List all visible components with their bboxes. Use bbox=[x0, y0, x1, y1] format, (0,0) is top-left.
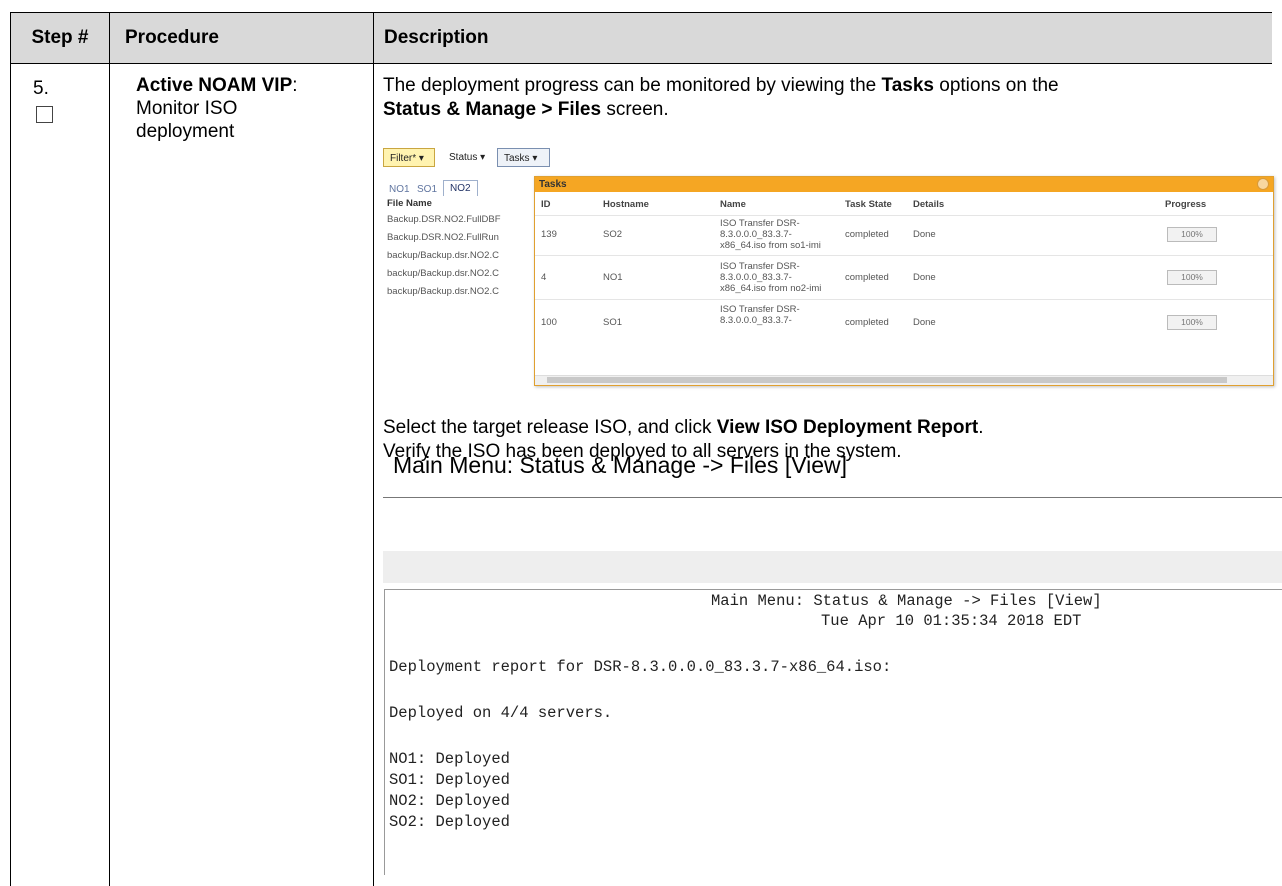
header-procedure-label: Procedure bbox=[125, 27, 219, 48]
step-column bbox=[10, 64, 110, 886]
task-name-line: x86_64.iso from no2-imi bbox=[720, 283, 822, 294]
header-step-label: Step # bbox=[31, 27, 89, 48]
task-name-line: 8.3.0.0.0_83.3.7- bbox=[720, 315, 792, 326]
report-server-line: SO2: Deployed bbox=[389, 813, 510, 831]
tasks-screenshot: Filter* ▾ Status ▾ Tasks ▾ NO1 SO1 NO2 F… bbox=[383, 148, 1282, 402]
task-name-line: ISO Transfer DSR- bbox=[720, 261, 800, 272]
select-text-2: . bbox=[978, 417, 984, 438]
task-id: 100 bbox=[541, 317, 557, 328]
task-name-line: ISO Transfer DSR- bbox=[720, 218, 800, 229]
header-procedure: Procedure bbox=[109, 12, 374, 64]
task-name-line: 8.3.0.0.0_83.3.7- bbox=[720, 229, 792, 240]
filter-button[interactable]: Filter* ▾ bbox=[383, 148, 435, 167]
status-button[interactable]: Status ▾ bbox=[443, 148, 493, 167]
tasks-button[interactable]: Tasks ▾ bbox=[497, 148, 550, 167]
col-task-state: Task State bbox=[845, 199, 892, 210]
file-row-3[interactable]: backup/Backup.dsr.NO2.C bbox=[387, 250, 499, 261]
tasks-popup: Tasks ID Hostname Name Task State Detail… bbox=[534, 176, 1274, 386]
horizontal-scrollbar[interactable] bbox=[535, 375, 1273, 385]
task-hostname: SO2 bbox=[603, 229, 623, 240]
task-details: Done bbox=[913, 229, 936, 240]
task-state: completed bbox=[845, 229, 889, 240]
header-step: Step # bbox=[10, 12, 110, 64]
row-divider bbox=[535, 255, 1273, 256]
tasks-popup-title: Tasks bbox=[535, 177, 1273, 192]
file-row-4[interactable]: backup/Backup.dsr.NO2.C bbox=[387, 268, 499, 279]
title-divider bbox=[383, 497, 1282, 498]
file-row-1[interactable]: Backup.DSR.NO2.FullDBF bbox=[387, 214, 501, 225]
step-checkbox[interactable] bbox=[36, 106, 53, 123]
close-icon[interactable] bbox=[1257, 178, 1269, 190]
report-deployed-count: Deployed on 4/4 servers. bbox=[389, 704, 613, 722]
report-header-title: Main Menu: Status & Manage -> Files [Vie… bbox=[711, 592, 1102, 610]
task-state: completed bbox=[845, 317, 889, 328]
row-divider bbox=[535, 299, 1273, 300]
col-details: Details bbox=[913, 199, 945, 210]
task-name-line: 8.3.0.0.0_83.3.7- bbox=[720, 272, 792, 283]
scrollbar-thumb[interactable] bbox=[547, 377, 1227, 383]
col-progress: Progress bbox=[1165, 199, 1207, 210]
header-description-label: Description bbox=[384, 27, 489, 48]
task-progress: 100% bbox=[1167, 270, 1217, 285]
col-hostname: Hostname bbox=[603, 199, 649, 210]
task-state: completed bbox=[845, 272, 889, 283]
tab-no1[interactable]: NO1 bbox=[389, 184, 410, 195]
intro-text-2: options on the bbox=[933, 75, 1059, 96]
report-server-line: SO1: Deployed bbox=[389, 771, 510, 789]
intro-text-3: screen. bbox=[601, 99, 669, 120]
task-details: Done bbox=[913, 317, 936, 328]
tasks-label: Tasks bbox=[504, 153, 530, 164]
status-label: Status bbox=[449, 152, 478, 163]
task-name-line: x86_64.iso from so1-imi bbox=[720, 240, 821, 251]
filter-label: Filter* bbox=[390, 153, 417, 164]
task-name: ISO Transfer DSR- 8.3.0.0.0_83.3.7- x86_64… bbox=[720, 218, 821, 251]
task-name: ISO Transfer DSR- 8.3.0.0.0_83.3.7- bbox=[720, 304, 800, 326]
procedure-text: Active NOAM VIP: Monitor ISO deployment bbox=[136, 74, 336, 143]
task-id: 4 bbox=[541, 272, 547, 283]
tab-so1[interactable]: SO1 bbox=[417, 184, 437, 195]
select-bold-report: View ISO Deployment Report bbox=[716, 417, 979, 438]
file-row-2[interactable]: Backup.DSR.NO2.FullRun bbox=[387, 232, 499, 243]
header-description: Description bbox=[373, 12, 1272, 64]
main-menu-title: Main Menu: Status & Manage -> Files [Vie… bbox=[393, 452, 848, 478]
report-header-date: Tue Apr 10 01:35:34 2018 EDT bbox=[821, 612, 1082, 630]
file-name-header: File Name bbox=[387, 198, 432, 209]
procedure-bold: Active NOAM VIP bbox=[136, 75, 293, 96]
intro-text-1: The deployment progress can be monitored… bbox=[383, 75, 882, 96]
intro-paragraph: The deployment progress can be monitored… bbox=[383, 74, 1273, 122]
intro-bold-path: Status & Manage > Files bbox=[383, 99, 602, 120]
report-server-line: NO1: Deployed bbox=[389, 750, 510, 768]
intro-bold-tasks: Tasks bbox=[881, 75, 934, 96]
task-hostname: SO1 bbox=[603, 317, 623, 328]
report-deployment-line: Deployment report for DSR-8.3.0.0.0_83.3… bbox=[389, 658, 892, 676]
task-name-line: ISO Transfer DSR- bbox=[720, 304, 800, 315]
report-server-line: NO2: Deployed bbox=[389, 792, 510, 810]
task-details: Done bbox=[913, 272, 936, 283]
task-id: 139 bbox=[541, 229, 557, 240]
task-progress: 100% bbox=[1167, 315, 1217, 330]
tab-no2[interactable]: NO2 bbox=[443, 180, 478, 196]
col-name: Name bbox=[720, 199, 746, 210]
task-progress: 100% bbox=[1167, 227, 1217, 242]
step-number: 5. bbox=[33, 78, 49, 99]
task-hostname: NO1 bbox=[603, 272, 623, 283]
procedure-column bbox=[109, 64, 374, 886]
task-name: ISO Transfer DSR- 8.3.0.0.0_83.3.7- x86_64… bbox=[720, 261, 821, 294]
col-id: ID bbox=[541, 199, 551, 210]
deployment-report: Main Menu: Status & Manage -> Files [Vie… bbox=[384, 589, 1282, 875]
select-text-1: Select the target release ISO, and click bbox=[383, 417, 717, 438]
row-divider bbox=[535, 215, 1273, 216]
toolbar-band bbox=[383, 551, 1282, 583]
file-row-5[interactable]: backup/Backup.dsr.NO2.C bbox=[387, 286, 499, 297]
